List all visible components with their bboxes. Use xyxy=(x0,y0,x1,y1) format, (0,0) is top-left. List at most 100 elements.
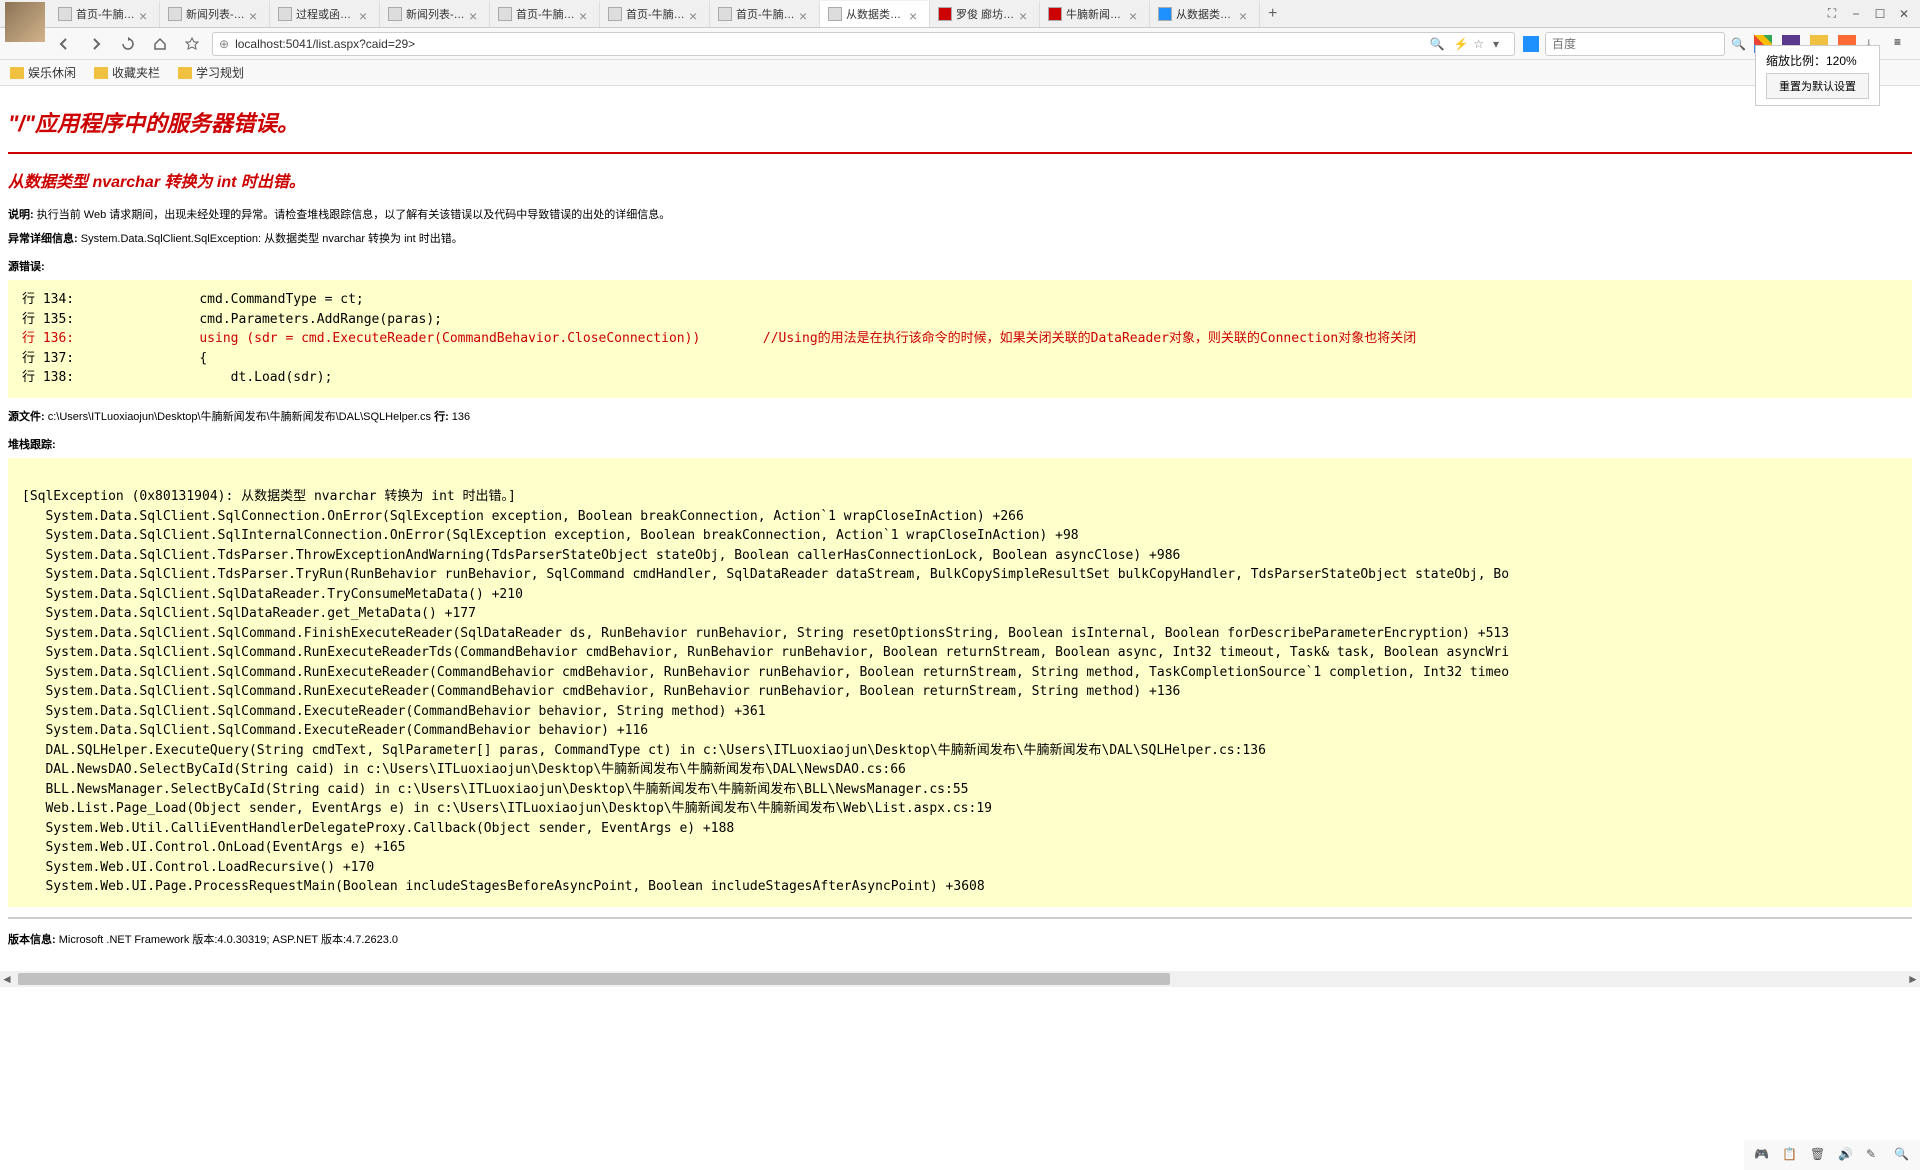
tab-label: 罗俊 廊坊师范学... xyxy=(956,6,1015,22)
tray-icon-2[interactable]: 📋 xyxy=(1782,1147,1798,1163)
source-code-block: 行 134: cmd.CommandType = ct;行 135: cmd.P… xyxy=(8,280,1912,398)
tab-label: 过程或函数 'new... xyxy=(296,6,355,22)
page-content: "/"应用程序中的服务器错误。 从数据类型 nvarchar 转换为 int 时… xyxy=(0,86,1920,971)
tab-label: 首页-牛腩新闻发... xyxy=(626,6,685,22)
window-expand-icon[interactable]: ⛶ xyxy=(1824,6,1840,22)
reload-button[interactable] xyxy=(116,32,140,56)
tab-close-icon[interactable]: × xyxy=(1019,8,1031,20)
tab-favicon-icon xyxy=(168,7,182,21)
error-subtitle: 从数据类型 nvarchar 转换为 int 时出错。 xyxy=(8,168,1912,192)
folder-icon xyxy=(94,67,108,79)
tab-favicon-icon xyxy=(1048,7,1062,21)
tab-label: 新闻列表-牛腩新... xyxy=(186,6,245,22)
search-input[interactable] xyxy=(1545,32,1725,56)
tab-label: 从数据类型 nvarc... xyxy=(846,6,905,22)
stack-trace-label: 堆栈跟踪: xyxy=(8,436,1912,452)
tab-label: 新闻列表-牛腩新... xyxy=(406,6,465,22)
search-section: 🔍 xyxy=(1523,32,1746,56)
tab-close-icon[interactable]: × xyxy=(1129,8,1141,20)
desc-text: 执行当前 Web 请求期间，出现未经处理的异常。请检查堆栈跟踪信息，以了解有关该… xyxy=(34,209,671,221)
source-file-label: 源文件: xyxy=(8,411,45,423)
browser-tab[interactable]: 罗俊 廊坊师范学... × xyxy=(930,1,1040,27)
browser-toolbar: ⊕ 🔍 ⚡ ☆ ▾ 🔍 ↓ ≡ xyxy=(0,28,1920,60)
search-button-icon[interactable]: 🔍 xyxy=(1731,37,1746,51)
back-button[interactable] xyxy=(52,32,76,56)
tab-close-icon[interactable]: × xyxy=(799,8,811,20)
flash-icon[interactable]: ⚡ xyxy=(1449,32,1473,56)
tab-close-icon[interactable]: × xyxy=(249,8,261,20)
window-minimize-icon[interactable]: − xyxy=(1848,6,1864,22)
tab-favicon-icon xyxy=(498,7,512,21)
browser-tab[interactable]: 过程或函数 'new... × xyxy=(270,1,380,27)
browser-tab[interactable]: 从数据类型 nvarc... × xyxy=(1150,1,1260,27)
source-error-label: 源错误: xyxy=(8,258,1912,274)
tab-close-icon[interactable]: × xyxy=(359,8,371,20)
code-line: 行 138: dt.Load(sdr); xyxy=(22,368,1898,388)
scrollbar-thumb[interactable] xyxy=(18,973,1170,985)
search-engine-icon[interactable] xyxy=(1523,36,1539,52)
home-button[interactable] xyxy=(148,32,172,56)
tray-edit-icon[interactable]: ✎ xyxy=(1866,1147,1882,1163)
menu-icon[interactable]: ≡ xyxy=(1894,35,1912,53)
window-maximize-icon[interactable]: ☐ xyxy=(1872,6,1888,22)
tab-favicon-icon xyxy=(938,7,952,21)
bookmark-item[interactable]: 娱乐休闲 xyxy=(10,64,76,81)
line-num: 136 xyxy=(449,411,470,423)
tab-favicon-icon xyxy=(278,7,292,21)
scroll-left-icon[interactable]: ◄ xyxy=(0,972,14,986)
tray-icon-3[interactable]: 🗑 xyxy=(1810,1147,1826,1163)
bookmark-label: 学习规划 xyxy=(196,64,244,81)
tab-favicon-icon xyxy=(828,7,842,21)
zoom-icon[interactable]: 🔍 xyxy=(1425,32,1449,56)
source-file-path: c:\Users\ITLuoxiaojun\Desktop\牛腩新闻发布\牛腩新… xyxy=(45,411,431,423)
browser-tab[interactable]: 首页-牛腩新闻发... × xyxy=(600,1,710,27)
browser-tabs: 首页-牛腩新闻发... ×新闻列表-牛腩新...×过程或函数 'new...×新… xyxy=(0,0,1920,28)
favorite-button[interactable] xyxy=(180,32,204,56)
tab-close-icon[interactable]: × xyxy=(579,8,591,20)
tab-close-icon[interactable]: × xyxy=(139,8,151,20)
horizontal-scrollbar[interactable]: ◄ ► xyxy=(0,971,1920,987)
code-line-error: 行 136: using (sdr = cmd.ExecuteReader(Co… xyxy=(22,329,1898,349)
zoom-reset-button[interactable]: 重置为默认设置 xyxy=(1766,73,1869,99)
bookmark-item[interactable]: 收藏夹栏 xyxy=(94,64,160,81)
zoom-label: 缩放比例：120% xyxy=(1766,52,1869,69)
browser-tab[interactable]: 从数据类型 nvarc... × xyxy=(820,1,930,27)
source-file-line: 源文件: c:\Users\ITLuoxiaojun\Desktop\牛腩新闻发… xyxy=(8,408,1912,424)
folder-icon xyxy=(178,67,192,79)
exception-line: 异常详细信息: System.Data.SqlClient.SqlExcepti… xyxy=(8,230,1912,246)
tab-close-icon[interactable]: × xyxy=(469,8,481,20)
window-close-icon[interactable]: ✕ xyxy=(1896,6,1912,22)
browser-tab[interactable]: 新闻列表-牛腩新... × xyxy=(160,1,270,27)
tray-volume-icon[interactable]: 🔊 xyxy=(1838,1147,1854,1163)
user-avatar[interactable] xyxy=(5,2,45,42)
exception-label: 异常详细信息: xyxy=(8,233,78,245)
scroll-right-icon[interactable]: ► xyxy=(1906,972,1920,986)
url-input[interactable] xyxy=(235,37,1425,51)
bookmark-item[interactable]: 学习规划 xyxy=(178,64,244,81)
code-line: 行 134: cmd.CommandType = ct; xyxy=(22,290,1898,310)
error-divider xyxy=(8,152,1912,154)
tab-label: 牛腩新闻发布--记... xyxy=(1066,6,1125,22)
version-label: 版本信息: xyxy=(8,934,56,946)
new-tab-button[interactable]: + xyxy=(1260,5,1285,23)
address-bar[interactable]: ⊕ 🔍 ⚡ ☆ ▾ xyxy=(212,32,1515,56)
browser-tab[interactable]: 首页-牛腩新闻发... × xyxy=(490,1,600,27)
tray-icon-1[interactable]: 🎮 xyxy=(1754,1147,1770,1163)
forward-button[interactable] xyxy=(84,32,108,56)
browser-tab[interactable]: 首页-牛腩新闻发... × xyxy=(50,1,160,27)
dropdown-icon[interactable]: ▾ xyxy=(1484,32,1508,56)
description-line: 说明: 执行当前 Web 请求期间，出现未经处理的异常。请检查堆栈跟踪信息，以了… xyxy=(8,206,1912,222)
tray-search-icon[interactable]: 🔍 xyxy=(1894,1147,1910,1163)
bookmark-star-icon[interactable]: ☆ xyxy=(1473,37,1484,51)
bookmark-label: 收藏夹栏 xyxy=(112,64,160,81)
tab-close-icon[interactable]: × xyxy=(1239,8,1251,20)
tab-favicon-icon xyxy=(58,7,72,21)
browser-tab[interactable]: 牛腩新闻发布--记... × xyxy=(1040,1,1150,27)
browser-tab[interactable]: 首页-牛腩新闻发...× xyxy=(710,1,820,27)
browser-tab[interactable]: 新闻列表-牛腩新... × xyxy=(380,1,490,27)
tab-close-icon[interactable]: × xyxy=(689,8,701,20)
tab-label: 首页-牛腩新闻发... xyxy=(516,6,575,22)
stack-trace-block: [SqlException (0x80131904): 从数据类型 nvarch… xyxy=(8,458,1912,907)
tab-label: 从数据类型 nvarc... xyxy=(1176,6,1235,22)
tab-close-icon[interactable]: × xyxy=(909,8,921,20)
